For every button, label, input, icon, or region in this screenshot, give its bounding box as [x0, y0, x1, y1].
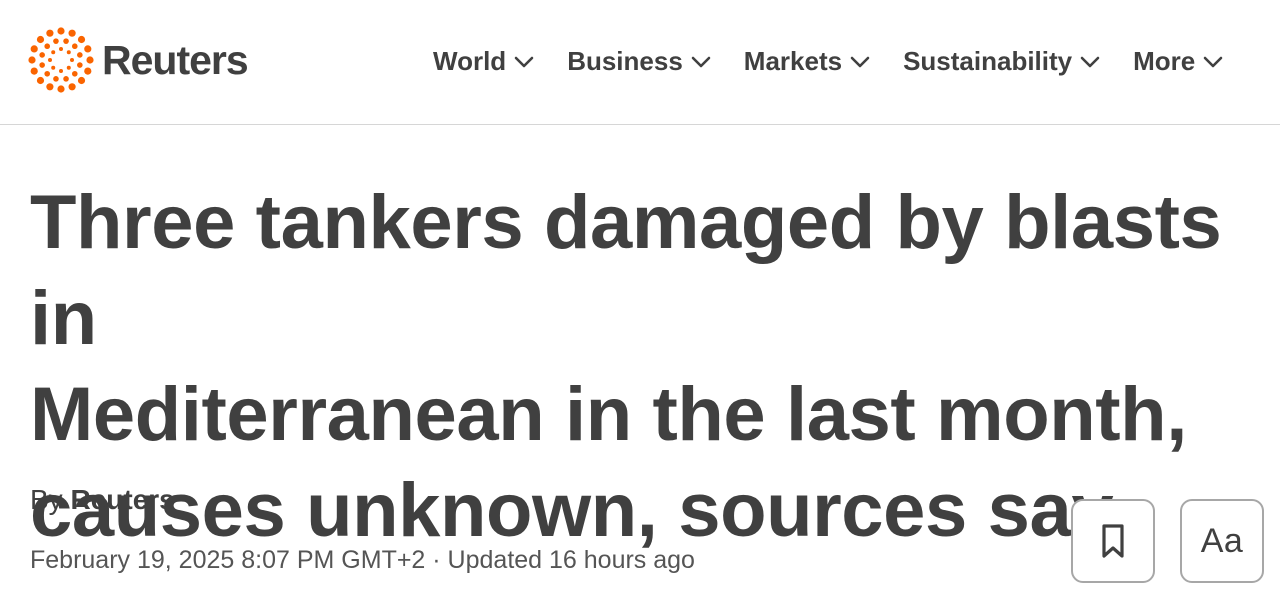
headline-line: Mediterranean in the last month, — [30, 372, 1187, 457]
logo-dot — [86, 56, 94, 64]
logo-dot — [30, 45, 38, 53]
logo-dot — [36, 76, 45, 85]
nav-item-sustainability[interactable]: Sustainability — [903, 46, 1100, 77]
nav-item-label: Markets — [743, 45, 843, 76]
logo-dot — [53, 38, 59, 44]
logo-dot — [36, 35, 45, 44]
logo-dot — [66, 65, 71, 70]
logo-dot — [66, 50, 71, 55]
nav-item-label: World — [433, 45, 507, 76]
chevron-down-icon — [1080, 56, 1100, 68]
logo-dot — [84, 67, 92, 75]
logo-dot — [51, 50, 56, 55]
byline: By Reuters — [30, 484, 175, 516]
logo-dot — [57, 85, 65, 93]
logo-dot — [68, 83, 76, 91]
logo-dot — [51, 65, 56, 70]
logo-dot — [77, 35, 86, 44]
main-nav: World Business Markets Sustainability Mo… — [433, 40, 1223, 82]
brand-name: Reuters — [102, 36, 249, 83]
logo-dot — [46, 83, 54, 91]
chevron-down-icon — [691, 56, 711, 68]
nav-item-label: More — [1133, 45, 1196, 76]
logo-dot — [77, 52, 83, 58]
nav-item-world[interactable]: World — [433, 46, 534, 77]
headline-line: causes unknown, sources say — [30, 468, 1114, 553]
logo-dot — [77, 76, 86, 85]
logo-dot — [30, 67, 38, 75]
bookmark-icon — [1102, 524, 1124, 558]
headline-line: Three tankers damaged by blasts in — [30, 180, 1222, 361]
font-size-label: Aa — [1200, 521, 1244, 560]
reuters-logo-mark-icon — [28, 27, 94, 93]
reuters-logo[interactable]: Reuters — [28, 26, 249, 94]
nav-item-label: Sustainability — [903, 45, 1073, 76]
logo-dot — [46, 29, 54, 37]
logo-dot — [59, 69, 63, 73]
logo-dot — [39, 62, 45, 68]
logo-dot — [28, 56, 36, 64]
logo-dot — [77, 62, 83, 68]
bookmark-button[interactable] — [1071, 499, 1155, 583]
logo-dot — [63, 38, 69, 44]
logo-dot — [48, 58, 52, 62]
font-size-button[interactable]: Aa — [1180, 499, 1264, 583]
logo-dot — [84, 45, 92, 53]
logo-dot — [44, 70, 51, 77]
nav-item-markets[interactable]: Markets — [744, 46, 870, 77]
logo-dot — [39, 52, 45, 58]
logo-dot — [71, 43, 78, 50]
byline-author-link[interactable]: Reuters — [70, 484, 174, 515]
chevron-down-icon — [1203, 56, 1223, 68]
article-dateline: February 19, 2025 8:07 PM GMT+2 · Update… — [30, 546, 695, 574]
nav-item-business[interactable]: Business — [567, 46, 711, 77]
logo-dot — [44, 43, 51, 50]
logo-dot — [57, 27, 65, 35]
logo-dot — [70, 58, 74, 62]
logo-dot — [71, 70, 78, 77]
chevron-down-icon — [514, 56, 534, 68]
logo-dot — [53, 76, 59, 82]
site-header: Reuters World Business Markets Sustainab… — [0, 0, 1280, 125]
nav-item-label: Business — [567, 45, 683, 76]
nav-item-more[interactable]: More — [1133, 46, 1223, 77]
logo-dot — [59, 47, 63, 51]
logo-dot — [63, 76, 69, 82]
logo-dot — [68, 29, 76, 37]
byline-prefix: By — [30, 484, 63, 515]
chevron-down-icon — [850, 56, 870, 68]
